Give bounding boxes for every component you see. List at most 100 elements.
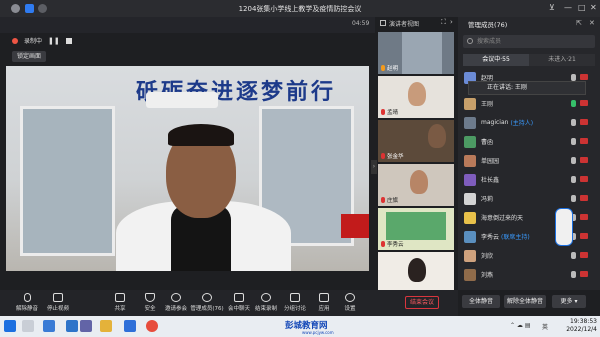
start-icon[interactable] bbox=[4, 320, 16, 332]
camera-icon[interactable] bbox=[580, 138, 588, 144]
camera-icon[interactable] bbox=[580, 74, 588, 80]
stop-icon[interactable] bbox=[65, 37, 72, 44]
meeting-app-icon[interactable] bbox=[80, 320, 92, 332]
users-icon bbox=[202, 293, 212, 302]
member-row[interactable]: 单园园 bbox=[460, 152, 598, 169]
mic-icon[interactable] bbox=[571, 119, 576, 126]
thumb-4[interactable]: 李秀云 bbox=[378, 208, 454, 250]
mic-icon[interactable] bbox=[571, 195, 576, 202]
mic-icon[interactable] bbox=[571, 271, 576, 278]
pause-icon[interactable]: ❚❚ bbox=[48, 37, 60, 45]
mute-all-button[interactable]: 全体静音 bbox=[462, 295, 500, 308]
settings-button[interactable]: 设置 bbox=[335, 293, 365, 312]
maximize-icon[interactable]: □ bbox=[578, 3, 586, 12]
close-icon[interactable]: ✕ bbox=[590, 3, 597, 12]
ime-indicator[interactable]: 英 bbox=[542, 322, 548, 331]
thumb-5[interactable] bbox=[378, 252, 454, 290]
taskbar-clock[interactable]: 19:38:53 2022/12/4 bbox=[553, 318, 597, 334]
minimize-icon[interactable]: — bbox=[564, 3, 572, 12]
record-icon bbox=[261, 293, 271, 302]
mic-muted-icon bbox=[381, 109, 385, 115]
chrome-icon[interactable] bbox=[146, 320, 158, 332]
member-row[interactable]: 王刚 bbox=[460, 95, 598, 112]
member-row[interactable]: 杜长鑫 bbox=[460, 171, 598, 188]
word-app-icon[interactable] bbox=[66, 320, 78, 332]
breakout-icon bbox=[290, 293, 300, 302]
speaking-indicator: 正在讲话: 王刚 bbox=[468, 81, 586, 95]
chat-icon bbox=[234, 293, 244, 302]
camera-icon[interactable] bbox=[580, 252, 588, 258]
main-video: 砥砺奋进逐梦前行 bbox=[6, 66, 369, 271]
avatar bbox=[464, 97, 476, 110]
thumb-face bbox=[428, 124, 446, 148]
task-view-icon[interactable] bbox=[43, 320, 55, 332]
brand-url: www.pcjyw.com bbox=[302, 330, 334, 335]
mic-icon[interactable] bbox=[571, 74, 576, 81]
browser-icon[interactable] bbox=[124, 320, 136, 332]
search-icon bbox=[467, 38, 473, 44]
thumb-2[interactable]: 张金华 bbox=[378, 120, 454, 162]
mic-icon[interactable] bbox=[571, 252, 576, 259]
thumb-face bbox=[408, 258, 426, 282]
chevron-right-icon[interactable]: › bbox=[450, 18, 453, 26]
mic-icon[interactable] bbox=[571, 157, 576, 164]
member-row[interactable]: 冯莉 bbox=[460, 190, 598, 207]
thumb-3[interactable]: 庄旗 bbox=[378, 164, 454, 206]
member-row[interactable]: magician (主持人) bbox=[460, 114, 598, 131]
stop-video-button[interactable]: 停止视频 bbox=[43, 293, 73, 312]
member-row[interactable]: 曹函 bbox=[460, 133, 598, 150]
window-frame-left bbox=[20, 106, 115, 256]
unmute-all-button[interactable]: 解除全体静音 bbox=[504, 295, 546, 308]
camera-icon[interactable] bbox=[580, 100, 588, 106]
thumb-0[interactable]: 赵明 bbox=[378, 32, 454, 74]
avatar bbox=[464, 173, 476, 186]
invite-button[interactable]: 邀请参会 bbox=[161, 293, 191, 312]
avatar bbox=[464, 116, 476, 129]
collapse-thumbs-handle[interactable]: › bbox=[371, 160, 377, 174]
search-icon[interactable] bbox=[22, 320, 34, 332]
thumb-face bbox=[410, 170, 428, 194]
manage-members-button[interactable]: 管理成员(76) bbox=[190, 293, 224, 312]
camera-icon[interactable] bbox=[580, 214, 588, 220]
member-row[interactable]: 刘燕 bbox=[460, 266, 598, 283]
camera-icon[interactable] bbox=[580, 157, 588, 163]
recording-bar: 录制中 ❚❚ bbox=[12, 35, 72, 46]
more-button[interactable]: 更多 ▾ bbox=[552, 295, 586, 308]
floating-assistant-icon[interactable] bbox=[555, 208, 573, 246]
pin-icon[interactable]: ⊻ bbox=[549, 3, 555, 12]
thumb-1[interactable]: 孟晴 bbox=[378, 76, 454, 118]
camera-icon[interactable] bbox=[580, 119, 588, 125]
end-meeting-button[interactable]: 结束会议 bbox=[405, 296, 439, 309]
mic-icon[interactable] bbox=[571, 176, 576, 183]
camera-icon[interactable] bbox=[580, 176, 588, 182]
camera-icon[interactable] bbox=[580, 233, 588, 239]
share-button[interactable]: 共享 bbox=[105, 293, 135, 312]
mic-active-icon[interactable] bbox=[571, 100, 576, 107]
camera-icon[interactable] bbox=[580, 195, 588, 201]
stop-recording-button[interactable]: 结束录制 bbox=[251, 293, 281, 312]
lock-view-button[interactable]: 锁定画面 bbox=[12, 51, 47, 62]
red-flag bbox=[341, 214, 369, 238]
camera-icon bbox=[53, 293, 63, 302]
view-mode[interactable]: 演讲者视图 ⛶ › bbox=[378, 17, 458, 31]
unmute-button[interactable]: 解除静音 bbox=[12, 293, 42, 312]
member-row[interactable]: 刘欣 bbox=[460, 247, 598, 264]
camera-icon[interactable] bbox=[580, 271, 588, 277]
mic-icon[interactable] bbox=[571, 138, 576, 145]
popout-icon[interactable]: ⇱ bbox=[576, 19, 582, 27]
tab-not-joined[interactable]: 未进入·21 bbox=[529, 54, 595, 66]
gear-icon bbox=[345, 293, 355, 302]
tab-in-meeting[interactable]: 会议中·55 bbox=[463, 54, 529, 66]
screen: 1204张集小学线上教学及疫情防控会议 ⊻ — □ ✕ 04:59 录制中 ❚❚… bbox=[0, 0, 600, 337]
meeting-header bbox=[0, 17, 375, 33]
tray-icons[interactable]: ⌃ ☁ ▤ bbox=[510, 322, 531, 329]
breakout-button[interactable]: 分组讨论 bbox=[280, 293, 310, 312]
chat-button[interactable]: 会中聊天 bbox=[224, 293, 254, 312]
member-search-input[interactable]: 搜索成员 bbox=[463, 35, 595, 48]
avatar bbox=[464, 154, 476, 167]
close-panel-icon[interactable]: ✕ bbox=[589, 19, 595, 27]
folder-icon[interactable] bbox=[100, 320, 112, 332]
fullscreen-icon[interactable]: ⛶ bbox=[441, 18, 446, 27]
member-row[interactable]: 李秀云 (联席主持) bbox=[460, 228, 598, 245]
member-row[interactable]: 海意倒过来的天 bbox=[460, 209, 598, 226]
